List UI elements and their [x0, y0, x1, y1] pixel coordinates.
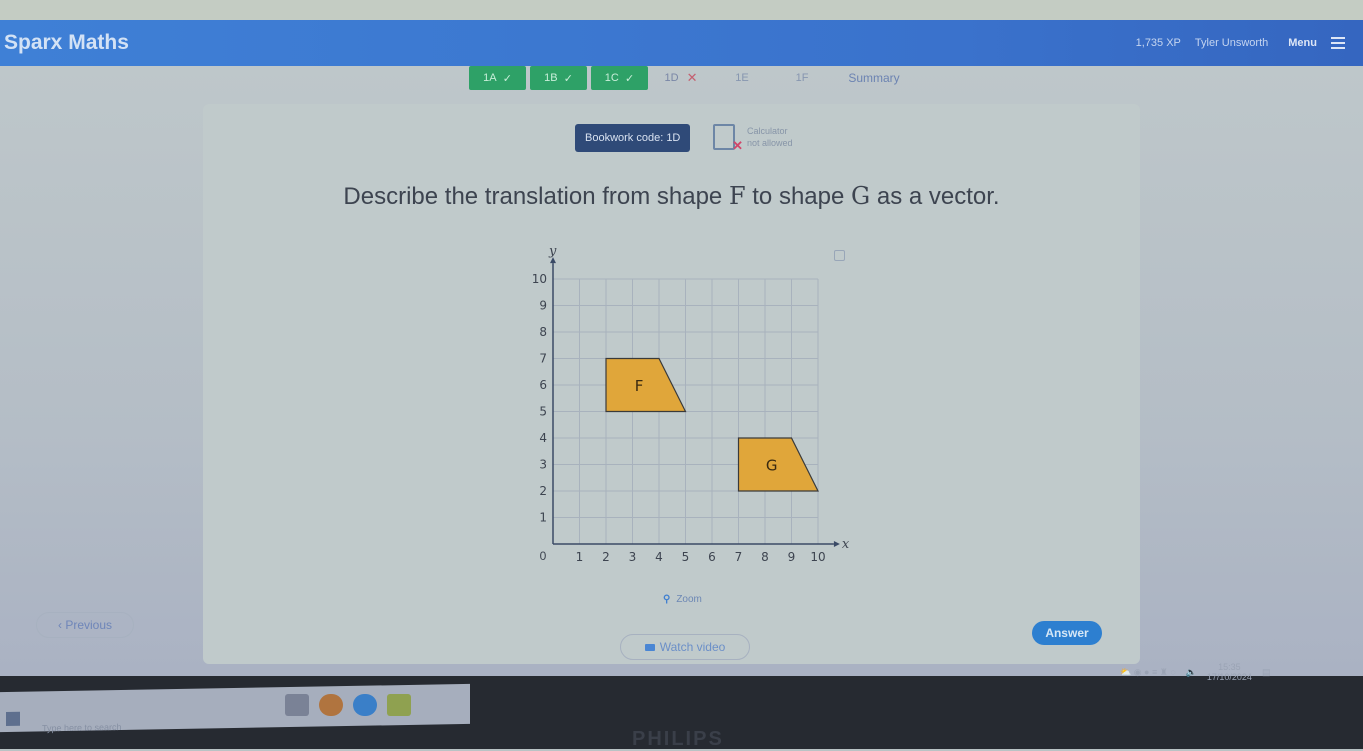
x-tick-label: 2 [602, 550, 610, 564]
system-tray: ⛅ ◉ ● ≡ ♜ ◌ 🔈 15:35 17/10/2024 ▤ [1120, 662, 1270, 682]
check-icon: ✓ [624, 72, 635, 85]
tab-label: 1F [795, 72, 809, 84]
x-axis-arrow [833, 541, 840, 547]
zoom-button[interactable]: ⚲ Zoom [663, 594, 702, 605]
brand-logo[interactable]: Sparx Maths [4, 31, 129, 55]
question-part: Describe the translation from shape [343, 183, 729, 210]
tab-label: 1E [735, 72, 749, 84]
shape-label-g: G [766, 457, 778, 475]
tab-1a[interactable]: 1A ✓ [469, 66, 526, 90]
question-part: as a vector. [870, 183, 1000, 210]
top-strip [0, 0, 1363, 20]
monitor-brand: PHILIPS [632, 728, 724, 750]
shape-g-label: G [851, 182, 871, 210]
y-tick-label: 7 [539, 352, 547, 366]
y-tick-label: 5 [539, 405, 547, 419]
expand-icon[interactable] [834, 250, 845, 261]
question-card: Bookwork code: 1D Calculatornot allowed … [203, 104, 1140, 664]
tab-1d[interactable]: 1D ✕ [652, 66, 710, 90]
check-icon: ✓ [502, 72, 512, 85]
y-tick-label: 1 [539, 511, 547, 525]
calculator-status: Calculator not allowed [713, 124, 793, 154]
y-tick-label: 3 [539, 458, 547, 472]
clock[interactable]: 15:35 17/10/2024 [1207, 662, 1252, 682]
taskbar-search[interactable]: Type here to search [42, 722, 122, 733]
watch-video-button[interactable]: Watch video [620, 634, 750, 660]
watch-video-label: Watch video [659, 640, 726, 654]
x-tick-label: 4 [655, 550, 663, 564]
tab-label: 1D [664, 72, 679, 84]
previous-label: Previous [65, 618, 113, 632]
x-tick-label: 5 [682, 550, 690, 564]
x-tick-label: 3 [629, 550, 637, 564]
notifications-icon[interactable]: ▤ [1262, 667, 1271, 678]
calculator-not-allowed-icon [713, 124, 743, 154]
shape-f-label: F [728, 182, 746, 210]
tab-label: Summary [848, 71, 900, 85]
chrome-icon[interactable] [319, 694, 343, 716]
calculator-status-label: not allowed [747, 138, 793, 148]
tab-1f[interactable]: 1F [774, 66, 830, 90]
y-tick-label: 9 [539, 299, 547, 313]
check-icon: ✓ [563, 72, 573, 85]
x-tick-label: 1 [576, 550, 584, 564]
date: 17/10/2024 [1206, 672, 1252, 682]
x-tick-label: 7 [735, 550, 743, 564]
answer-button[interactable]: Answer [1032, 621, 1102, 645]
bookwork-code: Bookwork code: 1D [575, 124, 691, 152]
task-view-icon[interactable] [285, 694, 309, 716]
tab-1c[interactable]: 1C ✓ [591, 66, 648, 90]
x-tick-label: 6 [708, 550, 716, 564]
x-tick-label: 9 [788, 550, 796, 564]
tab-label: 1C [604, 72, 619, 84]
windows-start-icon[interactable] [6, 711, 20, 726]
video-camera-icon [644, 644, 655, 651]
tray-icons[interactable]: ⛅ ◉ ● ≡ ♜ ◌ [1120, 667, 1176, 678]
hamburger-icon[interactable] [1331, 37, 1345, 49]
app-header: Sparx Maths 1,735 XP Tyler Unsworth Menu [0, 20, 1363, 66]
time: 15:35 [1218, 662, 1241, 672]
y-tick-label: 10 [532, 272, 547, 286]
app-icon[interactable] [387, 694, 411, 716]
tab-1b[interactable]: 1B ✓ [530, 66, 587, 90]
previous-button[interactable]: ‹ Previous [36, 612, 134, 638]
question-part: to shape [745, 183, 852, 210]
menu-button[interactable]: Menu [1288, 37, 1317, 49]
shape-label-f: F [635, 377, 644, 395]
xp-count: 1,735 XP [1135, 37, 1181, 49]
taskbar: Type here to search ⛅ ◉ ● ≡ ♜ ◌ 🔈 15:35 1… [0, 662, 1363, 750]
tab-label: 1A [483, 72, 497, 84]
origin-label: 0 [540, 549, 547, 563]
tab-1e[interactable]: 1E [714, 66, 770, 90]
edge-icon[interactable] [353, 694, 377, 716]
y-axis-label: y [548, 244, 557, 259]
y-tick-label: 4 [539, 431, 547, 445]
coordinate-grid: 1 2 3 4 5 6 7 8 9 10 1 2 3 4 5 6 7 8 9 10 0 x y F G [532, 244, 850, 564]
volume-icon[interactable]: 🔈 [1186, 667, 1197, 678]
tab-label: 1B [544, 72, 558, 84]
magnifier-icon: ⚲ [663, 594, 671, 605]
tab-summary[interactable]: Summary [834, 66, 914, 90]
y-tick-label: 8 [539, 325, 547, 339]
x-axis-label: x [842, 537, 850, 552]
x-tick-label: 10 [810, 550, 825, 564]
app-body: 1A ✓ 1B ✓ 1C ✓ 1D ✕ 1E 1F Summary Bookwor… [0, 66, 1363, 676]
cross-icon: ✕ [686, 70, 698, 85]
taskbar-apps [285, 694, 411, 716]
y-tick-label: 6 [539, 378, 547, 392]
user-name[interactable]: Tyler Unsworth [1195, 37, 1268, 49]
question-text: Describe the translation from shape F to… [203, 182, 1140, 211]
question-tabs: 1A ✓ 1B ✓ 1C ✓ 1D ✕ 1E 1F Summary [469, 66, 914, 91]
x-tick-label: 8 [761, 550, 769, 564]
zoom-label: Zoom [676, 594, 702, 605]
calculator-label: Calculator [747, 126, 788, 136]
y-tick-label: 2 [539, 484, 547, 498]
